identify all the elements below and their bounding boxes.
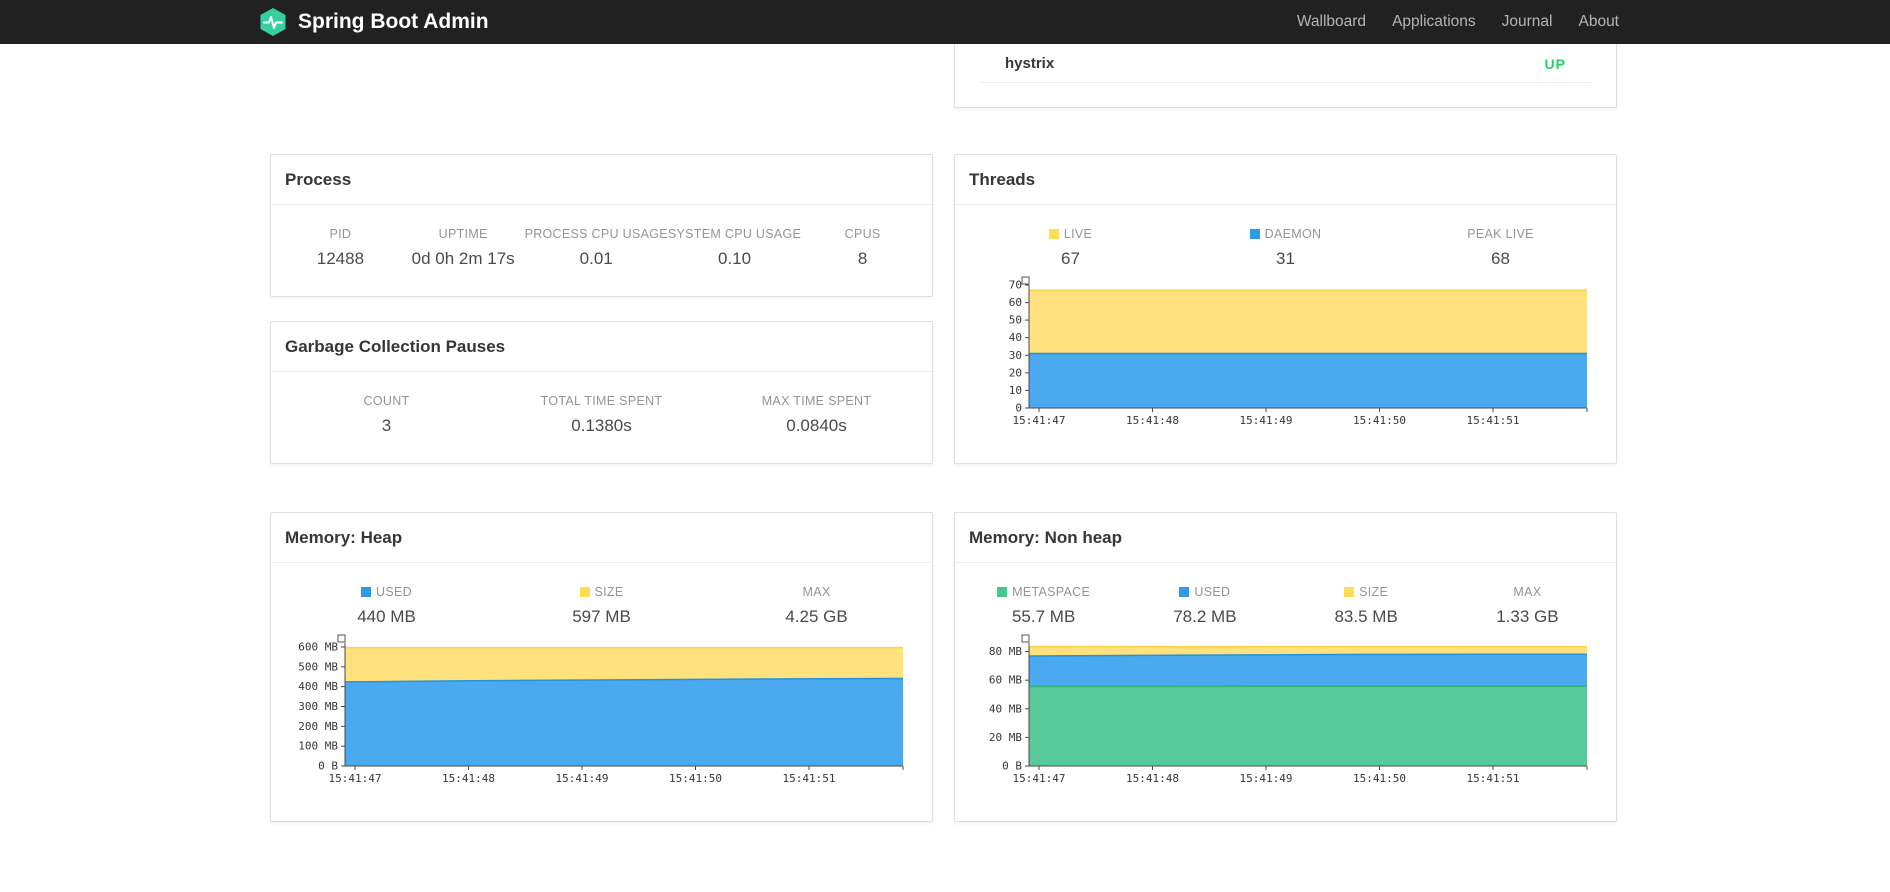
svg-text:15:41:47: 15:41:47 bbox=[329, 772, 382, 785]
svg-text:20: 20 bbox=[1009, 366, 1022, 379]
nonheap-stats: METASPACE 55.7 MB USED 78.2 MB SIZE 83.5… bbox=[955, 563, 1616, 627]
svg-text:50: 50 bbox=[1009, 314, 1022, 327]
heap-stats: USED 440 MB SIZE 597 MB MAX 4.25 GB bbox=[271, 563, 932, 627]
svg-text:15:41:50: 15:41:50 bbox=[1353, 772, 1406, 785]
stat-nonheap-size: SIZE 83.5 MB bbox=[1334, 585, 1398, 626]
spring-boot-admin-logo-icon bbox=[258, 7, 288, 37]
gc-card-title: Garbage Collection Pauses bbox=[271, 322, 932, 372]
nonheap-memory-chart: 0 B 20 MB 40 MB 60 MB 80 MB 15:41:47 15:41:48 1… bbox=[989, 634, 1588, 785]
process-card-title: Process bbox=[271, 155, 932, 205]
metaspace-legend-swatch bbox=[997, 587, 1008, 597]
stat-live: LIVE 67 bbox=[963, 227, 1178, 269]
svg-text:15:41:48: 15:41:48 bbox=[1126, 414, 1179, 427]
threads-stats: LIVE 67 DAEMON 31 PEAK LIVE 68 bbox=[955, 205, 1616, 269]
stat-gc-total-time: TOTAL TIME SPENT 0.1380s bbox=[540, 394, 663, 435]
svg-text:15:41:47: 15:41:47 bbox=[1013, 414, 1066, 427]
svg-text:0: 0 bbox=[1015, 402, 1022, 415]
daemon-legend-swatch bbox=[1249, 229, 1260, 239]
status-badge: UP bbox=[1544, 55, 1566, 72]
svg-text:15:41:47: 15:41:47 bbox=[1013, 772, 1066, 785]
svg-text:600 MB: 600 MB bbox=[298, 641, 338, 654]
svg-text:80 MB: 80 MB bbox=[989, 645, 1022, 658]
stat-process-cpu-usage: PROCESS CPU USAGE 0.01 bbox=[524, 227, 668, 268]
nonheap-card-title: Memory: Non heap bbox=[955, 513, 1616, 563]
svg-text:15:41:49: 15:41:49 bbox=[1240, 772, 1293, 785]
process-card: Process PID 12488 UPTIME 0d 0h 2m 17s PR… bbox=[270, 154, 933, 297]
svg-text:15:41:51: 15:41:51 bbox=[1467, 414, 1520, 427]
svg-text:300 MB: 300 MB bbox=[298, 700, 338, 713]
svg-text:70: 70 bbox=[1009, 279, 1022, 292]
stat-system-cpu-usage: SYSTEM CPU USAGE 0.10 bbox=[667, 227, 802, 268]
memory-nonheap-card: Memory: Non heap METASPACE 55.7 MB USED … bbox=[954, 512, 1617, 822]
svg-text:15:41:51: 15:41:51 bbox=[1467, 772, 1520, 785]
threads-card: Threads LIVE 67 DAEMON 31 PEAK LIVE 68 0… bbox=[954, 154, 1617, 464]
nav-item-applications[interactable]: Applications bbox=[1379, 13, 1489, 31]
stat-uptime: UPTIME 0d 0h 2m 17s bbox=[411, 227, 515, 268]
nav-item-journal[interactable]: Journal bbox=[1489, 13, 1566, 31]
top-navbar: Spring Boot Admin Wallboard Applications… bbox=[0, 0, 1890, 44]
heap-used-legend-swatch bbox=[361, 587, 372, 597]
stat-nonheap-max: MAX 1.33 GB bbox=[1496, 585, 1559, 626]
svg-text:15:41:50: 15:41:50 bbox=[1353, 414, 1406, 427]
svg-text:60: 60 bbox=[1009, 296, 1022, 309]
svg-text:10: 10 bbox=[1009, 384, 1022, 397]
stat-gc-max-time: MAX TIME SPENT 0.0840s bbox=[761, 394, 872, 435]
brand[interactable]: Spring Boot Admin bbox=[258, 7, 489, 37]
stat-cpus: CPUS 8 bbox=[844, 227, 881, 268]
stat-heap-used: USED 440 MB bbox=[357, 585, 416, 626]
health-check-name: hystrix bbox=[1005, 55, 1055, 72]
svg-text:0 B: 0 B bbox=[1002, 760, 1022, 773]
live-legend-swatch bbox=[1048, 229, 1059, 239]
svg-text:400 MB: 400 MB bbox=[298, 680, 338, 693]
heap-memory-chart: 0 B 100 MB 200 MB 300 MB 400 MB 500 MB 600 MB 1… bbox=[298, 634, 904, 785]
heap-card-title: Memory: Heap bbox=[271, 513, 932, 563]
stat-heap-size: SIZE 597 MB bbox=[572, 585, 631, 626]
threads-chart: 0 10 20 30 40 50 60 70 15:41:47 15:41:48 15:41:49 1… bbox=[1009, 276, 1588, 427]
app-title: Spring Boot Admin bbox=[298, 10, 489, 33]
nonheap-used-legend-swatch bbox=[1179, 587, 1190, 597]
svg-text:200 MB: 200 MB bbox=[298, 720, 338, 733]
svg-text:15:41:48: 15:41:48 bbox=[1126, 772, 1179, 785]
svg-text:0 B: 0 B bbox=[318, 760, 338, 773]
svg-text:500 MB: 500 MB bbox=[298, 660, 338, 673]
gc-pauses-card: Garbage Collection Pauses COUNT 3 TOTAL … bbox=[270, 321, 933, 464]
svg-text:40 MB: 40 MB bbox=[989, 702, 1022, 715]
stat-daemon: DAEMON 31 bbox=[1178, 227, 1393, 269]
svg-text:20 MB: 20 MB bbox=[989, 731, 1022, 744]
nav-item-wallboard[interactable]: Wallboard bbox=[1284, 13, 1379, 31]
stat-peak-live: PEAK LIVE 68 bbox=[1467, 227, 1534, 268]
svg-text:15:41:51: 15:41:51 bbox=[783, 772, 836, 785]
svg-text:60 MB: 60 MB bbox=[989, 674, 1022, 687]
memory-heap-card: Memory: Heap USED 440 MB SIZE 597 MB MAX… bbox=[270, 512, 933, 822]
health-check-row: hystrix UP bbox=[980, 44, 1591, 83]
stat-heap-max: MAX 4.25 GB bbox=[785, 585, 848, 626]
nav-item-about[interactable]: About bbox=[1565, 13, 1619, 31]
stat-pid: PID 12488 bbox=[316, 227, 365, 268]
stat-metaspace: METASPACE 55.7 MB bbox=[963, 585, 1124, 627]
svg-text:15:41:49: 15:41:49 bbox=[1240, 414, 1293, 427]
process-stats: PID 12488 UPTIME 0d 0h 2m 17s PROCESS CP… bbox=[271, 205, 932, 269]
svg-text:15:41:50: 15:41:50 bbox=[669, 772, 722, 785]
nonheap-size-legend-swatch bbox=[1344, 587, 1355, 597]
health-status-card: hystrix UP bbox=[954, 44, 1617, 108]
svg-text:30: 30 bbox=[1009, 349, 1022, 362]
stat-gc-count: COUNT 3 bbox=[363, 394, 410, 435]
heap-size-legend-swatch bbox=[579, 587, 590, 597]
stat-nonheap-used: USED 78.2 MB bbox=[1173, 585, 1237, 626]
threads-card-title: Threads bbox=[955, 155, 1616, 205]
navbar-menu: Wallboard Applications Journal About bbox=[1284, 13, 1619, 31]
gc-stats: COUNT 3 TOTAL TIME SPENT 0.1380s MAX TIM… bbox=[271, 372, 932, 436]
svg-text:40: 40 bbox=[1009, 331, 1022, 344]
svg-text:15:41:48: 15:41:48 bbox=[442, 772, 495, 785]
svg-text:100 MB: 100 MB bbox=[298, 740, 338, 753]
svg-text:15:41:49: 15:41:49 bbox=[556, 772, 609, 785]
